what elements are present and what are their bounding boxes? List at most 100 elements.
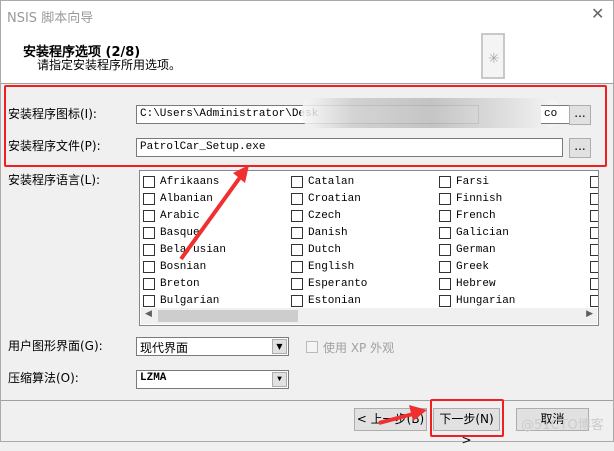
compression-label: 压缩算法(O):: [8, 371, 79, 385]
language-checkbox[interactable]: [291, 226, 303, 239]
blurred-region: [301, 98, 561, 128]
language-item[interactable]: German: [436, 241, 515, 258]
chevron-down-icon[interactable]: ▼: [272, 372, 287, 387]
horizontal-scrollbar[interactable]: ◀ ▶: [141, 308, 597, 324]
language-checkbox[interactable]: [291, 260, 303, 273]
language-item[interactable]: Albanian: [140, 190, 226, 207]
language-name: Esperanto: [308, 277, 368, 290]
language-name: Breton: [160, 277, 200, 290]
language-list[interactable]: Afrikaans Albanian Arabic Basque Belarusian B…: [139, 170, 599, 326]
language-item[interactable]: Dutch: [288, 241, 367, 258]
language-item[interactable]: Hungarian: [436, 292, 515, 309]
language-name: Bosnian: [160, 260, 207, 273]
language-name: Farsi: [456, 175, 490, 188]
language-name: Arabic: [160, 209, 200, 222]
language-checkbox[interactable]: [291, 192, 303, 205]
browse-icon-button[interactable]: ...: [569, 105, 591, 125]
output-file-input[interactable]: PatrolCar_Setup.exe: [136, 138, 563, 157]
language-item[interactable]: Arabic: [140, 207, 226, 224]
language-checkbox[interactable]: [143, 226, 155, 239]
xp-style-label: 使用 XP 外观: [323, 341, 395, 355]
language-item[interactable]: Croatian: [288, 190, 367, 207]
language-item[interactable]: English: [288, 258, 367, 275]
language-checkbox[interactable]: [439, 226, 451, 239]
next-highlight-box: [430, 399, 504, 437]
language-item[interactable]: Greek: [436, 258, 515, 275]
browse-file-button[interactable]: ...: [569, 138, 591, 158]
scroll-right-icon[interactable]: ▶: [586, 309, 593, 319]
language-column: Catalan Croatian Czech Danish Dutch English Es…: [288, 173, 367, 309]
language-item[interactable]: Galician: [436, 224, 515, 241]
language-checkbox[interactable]: [439, 243, 451, 256]
language-name: Danish: [308, 226, 348, 239]
page-subtitle: 请指定安装程序所用选项。: [37, 58, 182, 72]
language-item[interactable]: Basque: [140, 224, 226, 241]
language-name: Belarusian: [160, 243, 227, 256]
language-name: Albanian: [160, 192, 213, 205]
language-item[interactable]: Danish: [288, 224, 367, 241]
xp-style-checkbox[interactable]: [306, 341, 318, 353]
close-icon[interactable]: ✕: [591, 4, 604, 23]
language-name: Czech: [308, 209, 342, 222]
language-item[interactable]: Estonian: [288, 292, 367, 309]
language-checkbox[interactable]: [439, 260, 451, 273]
language-item[interactable]: Bulgarian: [140, 292, 226, 309]
language-name: Finnish: [456, 192, 503, 205]
language-checkbox[interactable]: [291, 209, 303, 222]
gui-select[interactable]: 现代界面 ▼: [136, 337, 289, 356]
footer-divider: [1, 400, 613, 401]
chevron-down-icon[interactable]: ▼: [272, 339, 287, 354]
language-name: English: [308, 260, 355, 273]
language-checkbox[interactable]: [143, 209, 155, 222]
back-button[interactable]: < 上一步(B): [354, 408, 427, 431]
language-checkbox[interactable]: [143, 260, 155, 273]
language-name: Hungarian: [456, 294, 516, 307]
language-checkbox[interactable]: [143, 175, 155, 188]
language-item[interactable]: Catalan: [288, 173, 367, 190]
language-item[interactable]: Farsi: [436, 173, 515, 190]
language-name: French: [456, 209, 496, 222]
language-checkbox[interactable]: [291, 277, 303, 290]
scroll-left-icon[interactable]: ◀: [145, 309, 152, 319]
installer-book-icon: ✳: [481, 33, 505, 79]
language-checkbox[interactable]: [439, 175, 451, 188]
header-panel: 安装程序选项 (2/8) 请指定安装程序所用选项。 ✳: [1, 31, 613, 84]
window-title: NSIS 脚本向导: [7, 11, 94, 26]
language-item[interactable]: Afrikaans: [140, 173, 226, 190]
gui-label: 用户图形界面(G):: [8, 339, 103, 353]
language-checkbox[interactable]: [439, 277, 451, 290]
language-name: Croatian: [308, 192, 361, 205]
compression-value: LZMA: [140, 372, 167, 384]
language-item[interactable]: Belarusian: [140, 241, 226, 258]
language-checkbox[interactable]: [143, 243, 155, 256]
language-checkbox[interactable]: [439, 294, 451, 307]
language-item[interactable]: Finnish: [436, 190, 515, 207]
language-name: Greek: [456, 260, 490, 273]
language-checkbox[interactable]: [143, 277, 155, 290]
wizard-window: NSIS 脚本向导 ✕ 安装程序选项 (2/8) 请指定安装程序所用选项。 ✳ …: [0, 0, 614, 447]
title-bar: NSIS 脚本向导 ✕: [1, 1, 613, 31]
language-item[interactable]: Czech: [288, 207, 367, 224]
language-checkbox[interactable]: [291, 294, 303, 307]
gui-value: 现代界面: [140, 341, 189, 355]
svg-text:✳: ✳: [488, 51, 500, 67]
language-item[interactable]: Esperanto: [288, 275, 367, 292]
language-item[interactable]: Bosnian: [140, 258, 226, 275]
language-name: Bulgarian: [160, 294, 220, 307]
scroll-thumb[interactable]: [158, 310, 298, 322]
icon-label: 安装程序图标(I):: [8, 107, 97, 121]
language-item[interactable]: Hebrew: [436, 275, 515, 292]
language-checkbox[interactable]: [143, 192, 155, 205]
language-checkbox[interactable]: [291, 175, 303, 188]
language-checkbox[interactable]: [143, 294, 155, 307]
language-item[interactable]: Breton: [140, 275, 226, 292]
compression-select[interactable]: LZMA ▼: [136, 370, 289, 389]
language-checkbox[interactable]: [439, 192, 451, 205]
icon-path-end: co: [544, 108, 558, 120]
output-file-value: PatrolCar_Setup.exe: [140, 141, 266, 153]
language-checkbox[interactable]: [291, 243, 303, 256]
language-item[interactable]: French: [436, 207, 515, 224]
language-checkbox[interactable]: [439, 209, 451, 222]
language-name: Basque: [160, 226, 200, 239]
file-label: 安装程序文件(P):: [8, 139, 101, 153]
